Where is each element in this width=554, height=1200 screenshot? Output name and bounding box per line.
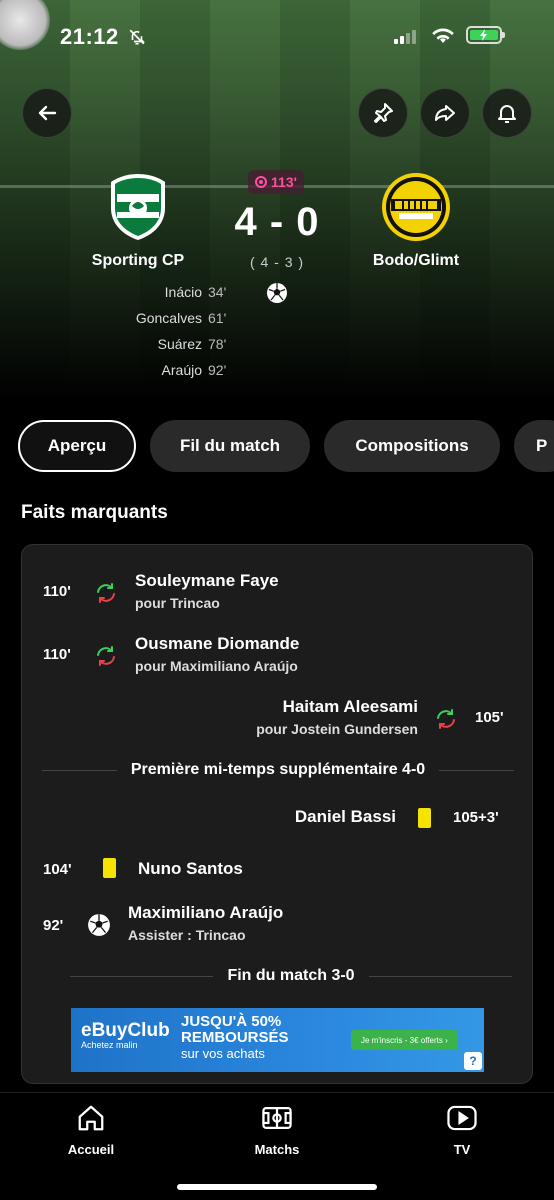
substitution-icon bbox=[94, 644, 118, 673]
scorer-name: Goncalves bbox=[135, 310, 202, 326]
scorer-row: Goncalves 61' bbox=[60, 310, 240, 336]
home-team[interactable]: Sporting CP bbox=[58, 172, 218, 270]
event-minute: 104' bbox=[43, 861, 72, 878]
ad-line-1: JUSQU'À 50% bbox=[181, 1013, 282, 1030]
tab-live-feed[interactable]: Fil du match bbox=[150, 420, 310, 472]
highlights-title: Faits marquants bbox=[21, 502, 168, 523]
event-minute: 105+3' bbox=[453, 809, 499, 826]
home-icon bbox=[78, 1105, 104, 1131]
scorer-minute: 61' bbox=[208, 310, 227, 326]
scorer-minute: 92' bbox=[208, 362, 227, 378]
live-icon bbox=[255, 176, 268, 188]
status-bar: 21:12 bbox=[0, 18, 554, 58]
nav-home[interactable]: Accueil bbox=[41, 1103, 141, 1157]
nav-tv[interactable]: TV bbox=[412, 1103, 512, 1157]
scorer-name: Araújo bbox=[161, 362, 202, 378]
ad-headline: JUSQU'À 50% REMBOURSÉS sur vos achats bbox=[181, 1014, 289, 1062]
home-scorers: Inácio 34' Goncalves 61' Suárez 78' Araú… bbox=[60, 284, 240, 388]
ad-brand: eBuyClub Achetez malin bbox=[81, 1020, 170, 1050]
period-label: Première mi-temps supplémentaire 4-0 bbox=[130, 761, 426, 778]
bell-off-icon bbox=[128, 28, 146, 51]
scorer-name: Suárez bbox=[157, 336, 202, 352]
player-name: Nuno Santos bbox=[138, 859, 243, 878]
player-out: pour Trincao bbox=[135, 595, 220, 611]
goal-ball-icon bbox=[87, 913, 111, 942]
pitch-icon bbox=[262, 1107, 292, 1129]
share-icon bbox=[435, 105, 455, 121]
substitution-icon bbox=[434, 707, 458, 736]
tab-lineups[interactable]: Compositions bbox=[324, 420, 500, 472]
event-minute: 110' bbox=[43, 646, 71, 663]
signal-icon bbox=[394, 28, 416, 44]
scorer-row: Suárez 78' bbox=[60, 336, 240, 362]
match-tabs: Aperçu Fil du match Compositions P bbox=[18, 420, 554, 472]
wifi-icon bbox=[430, 24, 456, 51]
ad-banner[interactable]: eBuyClub Achetez malin JUSQU'À 50% REMBO… bbox=[71, 1008, 484, 1072]
tv-play-icon bbox=[447, 1105, 477, 1131]
goal-ball-icon bbox=[266, 282, 288, 304]
home-indicator[interactable] bbox=[177, 1184, 377, 1190]
status-time: 21:12 bbox=[60, 24, 119, 49]
match-score: 4 - 0 bbox=[234, 200, 320, 244]
ad-line-2: REMBOURSÉS bbox=[181, 1029, 289, 1046]
ad-brand-name: eBuyClub bbox=[81, 1020, 170, 1041]
period-divider: Fin du match 3-0 bbox=[70, 967, 512, 985]
player-name: Daniel Bassi bbox=[294, 807, 396, 826]
live-minute-badge: 113' bbox=[248, 170, 304, 194]
event-minute: 92' bbox=[43, 917, 64, 934]
penalty-score: ( 4 - 3 ) bbox=[249, 254, 305, 270]
ad-cta-button[interactable]: Je m'inscris - 3€ offerts › bbox=[351, 1030, 458, 1050]
period-label: Fin du match 3-0 bbox=[227, 967, 355, 984]
event-minute: 105' bbox=[475, 709, 504, 726]
player-in: Souleymane Faye bbox=[135, 571, 279, 590]
pin-icon bbox=[374, 103, 393, 123]
nav-tv-label: TV bbox=[453, 1142, 471, 1157]
away-team[interactable]: Bodo/Glimt bbox=[336, 172, 496, 270]
notifications-button[interactable] bbox=[482, 88, 532, 138]
ad-brand-sub: Achetez malin bbox=[81, 1040, 138, 1050]
scorer-minute: 34' bbox=[208, 284, 227, 300]
player-in: Ousmane Diomande bbox=[135, 634, 300, 653]
bell-icon bbox=[498, 105, 516, 123]
live-minute: 113' bbox=[271, 174, 297, 190]
nav-matches-label: Matchs bbox=[254, 1142, 300, 1157]
scorer-row: Inácio 34' bbox=[60, 284, 240, 310]
tab-more[interactable]: P bbox=[514, 420, 554, 472]
sporting-logo bbox=[103, 172, 173, 242]
back-button[interactable] bbox=[22, 88, 72, 138]
away-team-name: Bodo/Glimt bbox=[372, 252, 460, 269]
pin-button[interactable] bbox=[358, 88, 408, 138]
home-team-name: Sporting CP bbox=[91, 252, 185, 269]
scorer-row: Araújo 92' bbox=[60, 362, 240, 388]
period-divider: Première mi-temps supplémentaire 4-0 bbox=[42, 761, 514, 779]
substitution-icon bbox=[94, 581, 118, 610]
arrow-left-icon bbox=[38, 105, 57, 121]
highlights-card: 110' Souleymane Faye pour Trincao 110' O… bbox=[21, 544, 533, 1084]
bodo-glimt-logo bbox=[381, 172, 451, 242]
scorer-minute: 78' bbox=[208, 336, 227, 352]
nav-matches[interactable]: Matchs bbox=[227, 1103, 327, 1157]
yellow-card-icon bbox=[103, 858, 116, 878]
assist-text: Assister : Trincao bbox=[128, 927, 246, 943]
battery-icon bbox=[466, 26, 505, 44]
yellow-card-icon bbox=[418, 808, 431, 828]
scorer-name: Maximiliano Araújo bbox=[128, 903, 284, 922]
tab-overview[interactable]: Aperçu bbox=[18, 420, 136, 472]
scorer-name: Inácio bbox=[164, 284, 202, 300]
nav-home-label: Accueil bbox=[67, 1142, 115, 1157]
share-button[interactable] bbox=[420, 88, 470, 138]
player-out: pour Jostein Gundersen bbox=[256, 721, 418, 737]
player-out: pour Maximiliano Araújo bbox=[135, 658, 298, 674]
player-in: Haitam Aleesami bbox=[282, 697, 418, 716]
event-minute: 110' bbox=[43, 583, 71, 600]
ad-line-3: sur vos achats bbox=[181, 1046, 265, 1061]
ad-help-icon[interactable]: ? bbox=[464, 1052, 482, 1070]
